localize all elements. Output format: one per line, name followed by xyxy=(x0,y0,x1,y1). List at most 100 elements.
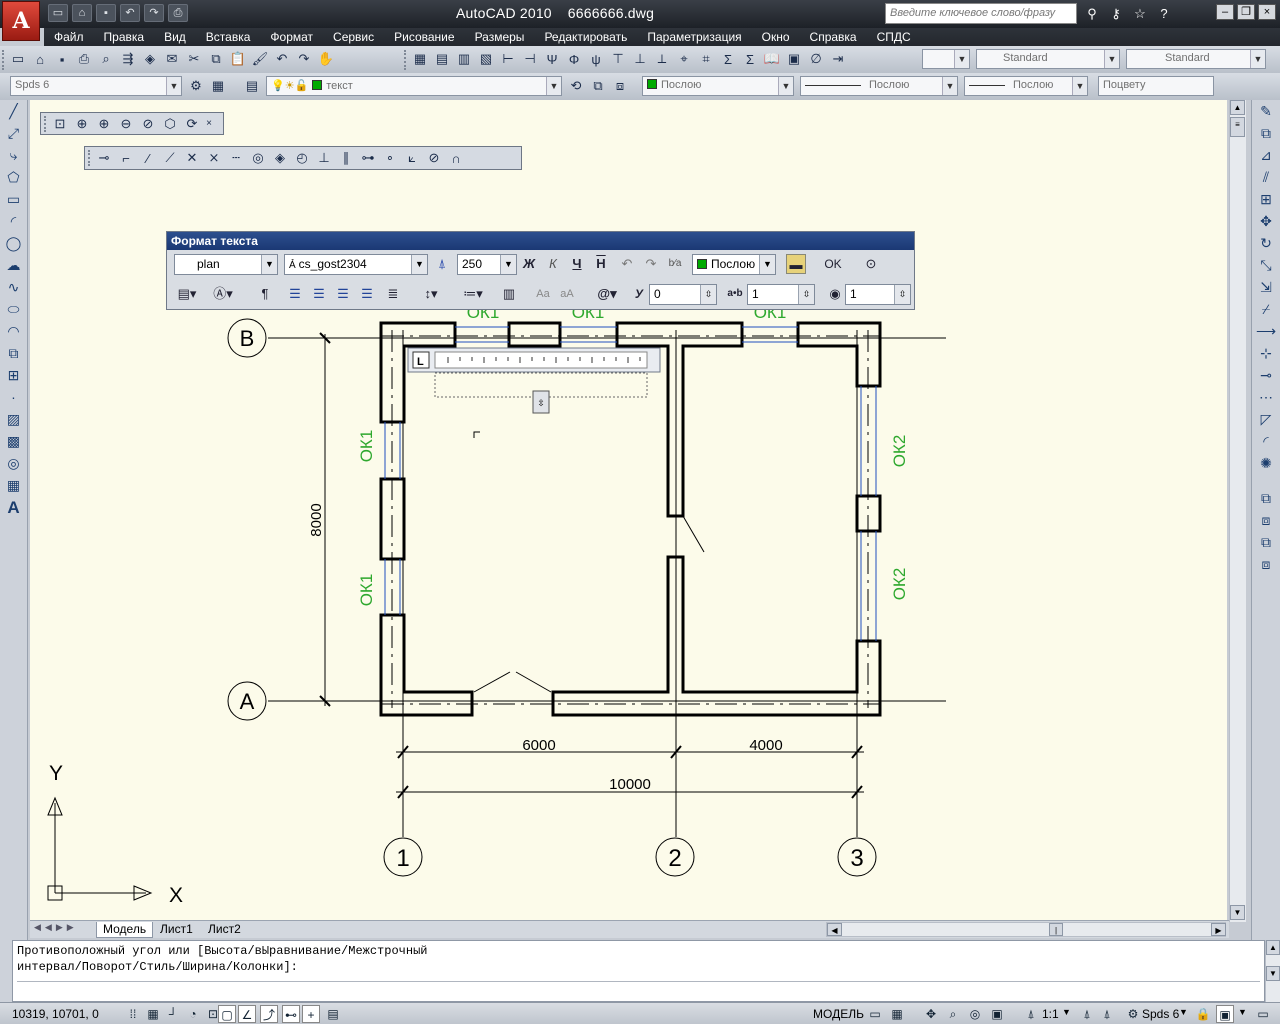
scroll-down-icon[interactable]: ▼ xyxy=(1266,966,1280,981)
save-icon[interactable]: ▪ xyxy=(96,4,116,22)
steering-wheel-icon[interactable]: ◎ xyxy=(966,1005,984,1023)
toolbar-grip[interactable] xyxy=(404,50,408,70)
uppercase-icon[interactable]: Aa xyxy=(533,284,553,304)
cut-icon[interactable]: ✂ xyxy=(184,49,204,69)
zoom-out-icon[interactable]: ⊖ xyxy=(116,114,136,134)
scale-icon[interactable]: ⤡ xyxy=(1254,255,1278,276)
menu-parametric[interactable]: Параметризация xyxy=(637,30,751,44)
erase-icon[interactable]: ✎ xyxy=(1254,101,1278,122)
mtext-icon[interactable]: A xyxy=(2,497,26,518)
new-icon[interactable]: ▭ xyxy=(8,49,28,69)
trim-icon[interactable]: ⌿ xyxy=(1254,299,1278,320)
otrack-icon[interactable]: ∠ xyxy=(238,1005,256,1023)
book-icon[interactable]: 📖 xyxy=(762,49,782,69)
snap-mode-icon[interactable]: ⁞⁞ xyxy=(124,1005,142,1023)
line-icon[interactable]: ╱ xyxy=(2,101,26,122)
ellipse-icon[interactable]: ⬭ xyxy=(2,299,26,320)
plot-icon[interactable]: ⎙ xyxy=(74,49,94,69)
annotation-scale-icon[interactable]: ⍋ xyxy=(1022,1005,1040,1023)
symbol-icon[interactable]: @▾ xyxy=(593,284,621,304)
redo-icon[interactable]: ↷ xyxy=(641,254,661,274)
snap-endpoint-icon[interactable]: ∕ xyxy=(138,148,158,168)
model-space-label[interactable]: МОДЕЛЬ xyxy=(813,1007,864,1021)
text-style-select[interactable]: plan ▼ xyxy=(174,254,278,275)
explode-icon[interactable]: ✺ xyxy=(1254,453,1278,474)
snap-insert-icon[interactable]: ⊶ xyxy=(358,148,378,168)
redo-icon[interactable]: ↷ xyxy=(144,4,164,22)
break-icon[interactable]: ⊸ xyxy=(1254,365,1278,386)
offset-icon[interactable]: ⫽ xyxy=(1254,167,1278,188)
polar-tracking-icon[interactable]: ◔ xyxy=(184,1005,202,1023)
annotative-icon[interactable]: ⍋ xyxy=(432,254,452,274)
search-input[interactable]: Введите ключевое слово/фразу xyxy=(885,3,1077,24)
quick-properties-icon[interactable]: ▤ xyxy=(324,1005,342,1023)
mark-icon[interactable]: ⌖ xyxy=(674,49,694,69)
snap-quadrant-icon[interactable]: ◈ xyxy=(270,148,290,168)
menu-tools[interactable]: Сервис xyxy=(323,30,384,44)
draworder-under-icon[interactable]: ⧈ xyxy=(1254,554,1278,575)
command-input[interactable] xyxy=(17,981,1260,998)
clean-screen-icon[interactable]: ▭ xyxy=(1254,1005,1272,1023)
table-edit-icon[interactable]: ▧ xyxy=(476,49,496,69)
snap-perpendicular-icon[interactable]: ⊥ xyxy=(314,148,334,168)
null-icon[interactable]: ∅ xyxy=(806,49,826,69)
zoom-realtime-icon[interactable]: ⊕ xyxy=(72,114,92,134)
snap-from-icon[interactable]: ⌐ xyxy=(116,148,136,168)
extend-icon[interactable]: ⟶ xyxy=(1254,321,1278,342)
star-icon[interactable]: ☆ xyxy=(1130,4,1150,23)
zoom-icon[interactable]: ⌕ xyxy=(944,1005,962,1023)
zoom-extents-icon[interactable]: ⊘ xyxy=(138,114,158,134)
construction-line-icon[interactable]: ⤢ xyxy=(2,123,26,144)
axis-icon[interactable]: ⊤ xyxy=(608,49,628,69)
mark-icon[interactable]: ⌗ xyxy=(696,49,716,69)
copy-icon[interactable]: ⧉ xyxy=(206,49,226,69)
tab-nav-icon[interactable]: ◀◀▶▶ xyxy=(34,922,78,933)
undo-icon[interactable]: ↶ xyxy=(120,4,140,22)
insert-field-icon[interactable]: ▥ xyxy=(499,284,519,304)
arc-icon[interactable]: ◜ xyxy=(2,211,26,232)
draworder-above-icon[interactable]: ⧉ xyxy=(1254,532,1278,553)
resize-handle-icon[interactable]: ⇳ xyxy=(537,398,545,408)
dim-style-select[interactable]: Standard ▼ xyxy=(1126,49,1266,69)
plotstyle-select[interactable]: Поцвету xyxy=(1098,76,1214,96)
orbit-icon[interactable]: ⟳ xyxy=(182,114,202,134)
font-select[interactable]: Ảcs_gost2304 ▼ xyxy=(284,254,428,275)
toolbar-grip[interactable] xyxy=(44,115,48,132)
text-color-select[interactable]: Послою ▼ xyxy=(692,254,776,275)
osnap-settings-icon[interactable]: ∩ xyxy=(446,148,466,168)
lock-icon[interactable]: 🔒 xyxy=(1194,1005,1212,1023)
linetype-select[interactable]: Послою ▼ xyxy=(800,76,958,96)
ortho-mode-icon[interactable]: ┘ xyxy=(164,1005,182,1023)
drawing-canvas[interactable]: L ⇳ В А 1 2 3 6000 4000 10000 8000 Y X О… xyxy=(30,100,1227,920)
command-scrollbar[interactable]: ▲ ▼ xyxy=(1265,940,1280,1002)
ducs-icon[interactable]: ⤴ xyxy=(260,1005,278,1023)
snap-parallel-icon[interactable]: ∥ xyxy=(336,148,356,168)
redo-icon[interactable]: ↷ xyxy=(294,49,314,69)
workspace-gear-icon[interactable]: ⚙ xyxy=(1124,1005,1142,1023)
snap-extension-icon[interactable]: ┄ xyxy=(226,148,246,168)
exit-icon[interactable]: ⇥ xyxy=(828,49,848,69)
pan-icon[interactable]: ✋ xyxy=(316,49,336,69)
snap-none-icon[interactable]: ⊘ xyxy=(424,148,444,168)
chevron-down-icon[interactable]: ▼ xyxy=(1238,1007,1247,1017)
database-icon[interactable]: ▣ xyxy=(784,49,804,69)
justify-icon[interactable]: ☰ xyxy=(357,284,377,304)
width-factor-input[interactable]: 1 ⇳ xyxy=(845,284,911,305)
oblique-angle-input[interactable]: 0 ⇳ xyxy=(649,284,717,305)
layer-manager-icon[interactable]: ▤ xyxy=(242,76,262,96)
menu-format[interactable]: Формат xyxy=(260,30,323,44)
zoom-window-icon[interactable]: ⊡ xyxy=(50,114,70,134)
hscroll-thumb[interactable]: | xyxy=(1049,923,1063,936)
make-block-icon[interactable]: ⊞ xyxy=(2,365,26,386)
3d-osnap-icon[interactable]: ▢ xyxy=(218,1005,236,1023)
leader-icon[interactable]: ⊣ xyxy=(520,49,540,69)
columns-icon[interactable]: ▤▾ xyxy=(173,284,201,304)
application-menu-button[interactable]: A xyxy=(2,1,40,41)
layer-select[interactable]: 💡☀🔓 текст ▼ xyxy=(266,76,562,96)
menu-window[interactable]: Окно xyxy=(752,30,800,44)
hardware-acceleration-icon[interactable]: ▣ xyxy=(1216,1005,1234,1023)
workspace-status-value[interactable]: Spds 6 xyxy=(1142,1007,1179,1021)
lineweight-select[interactable]: Послою ▼ xyxy=(964,76,1088,96)
snap-tangent-icon[interactable]: ◴ xyxy=(292,148,312,168)
tracking-input[interactable]: 1 ⇳ xyxy=(747,284,815,305)
